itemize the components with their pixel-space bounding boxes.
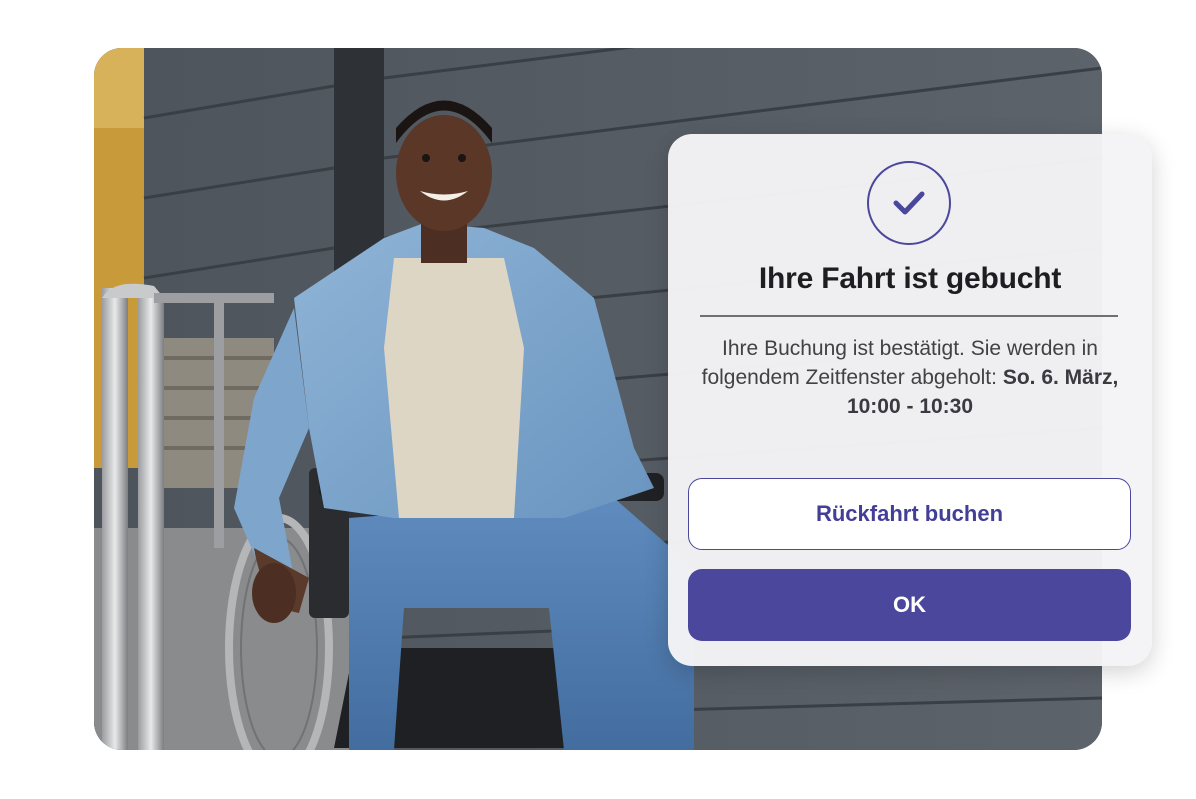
title-divider	[700, 315, 1118, 317]
ok-button[interactable]: OK	[688, 569, 1131, 641]
checkmark-icon	[867, 161, 951, 245]
stage: Ihre Fahrt ist gebucht Ihre Buchung ist …	[0, 0, 1196, 799]
book-return-trip-label: Rückfahrt buchen	[815, 501, 1004, 526]
book-return-trip-button[interactable]: Rückfahrt buchen	[688, 478, 1131, 550]
dialog-title: Ihre Fahrt ist gebucht	[758, 262, 1062, 295]
booking-confirmation-dialog: Ihre Fahrt ist gebucht Ihre Buchung ist …	[668, 134, 1152, 666]
checkmark-glyph-icon	[893, 191, 925, 215]
ok-button-label: OK	[893, 592, 926, 617]
confirmation-message: Ihre Buchung ist bestätigt. Sie werden i…	[688, 334, 1132, 421]
